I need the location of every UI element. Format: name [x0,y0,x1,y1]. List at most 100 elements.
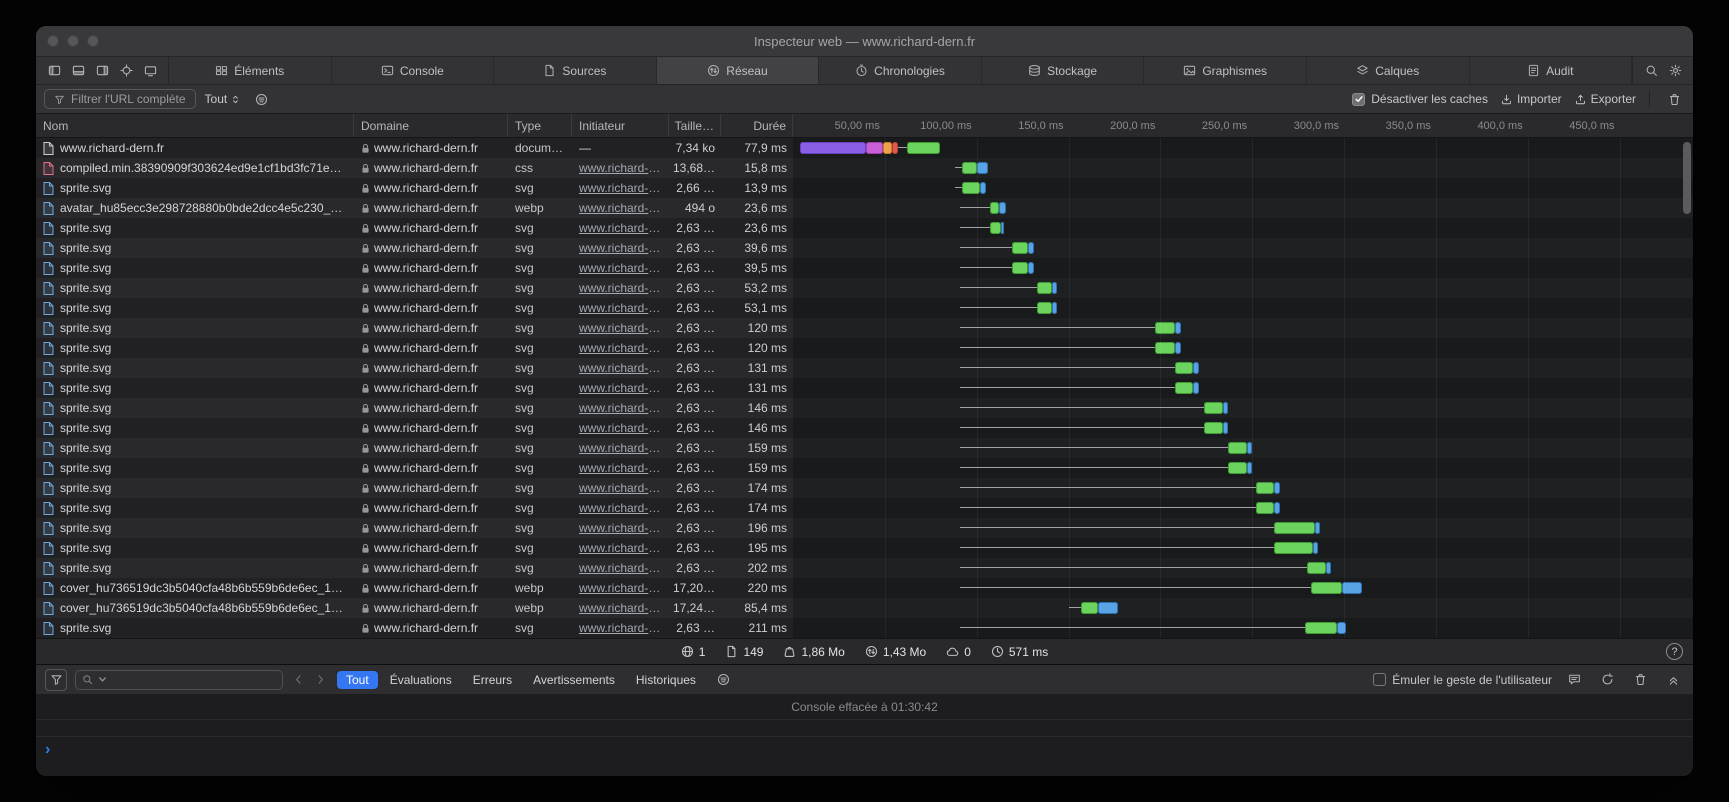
initiator-link[interactable]: www.richard-d… [579,621,662,635]
window-titlebar[interactable]: Inspecteur web — www.richard-dern.fr [36,26,1693,56]
export-button[interactable]: Exporter [1575,92,1636,106]
network-request-row[interactable]: www.richard-dern.fr www.richard-dern.fr … [36,138,1693,158]
help-button[interactable]: ? [1666,643,1683,660]
tab-graphismes[interactable]: Graphismes [1144,57,1307,84]
initiator-link[interactable]: www.richard-d… [579,361,662,375]
initiator-link[interactable]: www.richard-d… [579,221,662,235]
tab-sources[interactable]: Sources [494,57,657,84]
expand-console-icon[interactable] [1662,669,1684,691]
disable-caches-checkbox[interactable]: Désactiver les caches [1352,92,1488,106]
network-request-row[interactable]: sprite.svg www.richard-dern.fr svg www.r… [36,378,1693,398]
next-result-icon[interactable] [313,673,327,686]
network-request-row[interactable]: sprite.svg www.richard-dern.fr svg www.r… [36,178,1693,198]
initiator-link[interactable]: www.richard-d… [579,441,662,455]
preserve-log-icon[interactable] [1596,669,1618,691]
display-icon[interactable] [139,60,161,82]
initiator-link[interactable]: www.richard-d… [579,321,662,335]
initiator-link[interactable]: www.richard-d… [579,541,662,555]
close-window-button[interactable] [47,35,59,47]
network-request-row[interactable]: sprite.svg www.richard-dern.fr svg www.r… [36,438,1693,458]
console-scope-historiques[interactable]: Historiques [627,671,705,689]
console-input-area[interactable] [36,762,1693,776]
network-request-row[interactable]: sprite.svg www.richard-dern.fr svg www.r… [36,338,1693,358]
initiator-link[interactable]: www.richard-d… [579,161,662,175]
initiator-link[interactable]: www.richard-d… [579,561,662,575]
initiator-link[interactable]: www.richard-d… [579,521,662,535]
vertical-scrollbar[interactable] [1683,142,1691,214]
tab-reseau[interactable]: Réseau [657,57,820,84]
network-request-row[interactable]: sprite.svg www.richard-dern.fr svg www.r… [36,358,1693,378]
console-scope-tout[interactable]: Tout [337,671,378,689]
network-request-row[interactable]: sprite.svg www.richard-dern.fr svg www.r… [36,218,1693,238]
initiator-link[interactable]: www.richard-d… [579,261,662,275]
column-header-nom[interactable]: Nom [36,114,354,137]
network-request-row[interactable]: sprite.svg www.richard-dern.fr svg www.r… [36,618,1693,638]
tab-chronologies[interactable]: Chronologies [819,57,982,84]
initiator-link[interactable]: www.richard-d… [579,501,662,515]
inspect-icon[interactable] [115,60,137,82]
initiator-link[interactable]: www.richard-d… [579,281,662,295]
previous-result-icon[interactable] [291,673,305,686]
minimize-window-button[interactable] [67,35,79,47]
column-header-duree[interactable]: Durée [721,114,793,137]
console-scope-évaluations[interactable]: Évaluations [381,671,461,689]
network-request-row[interactable]: sprite.svg www.richard-dern.fr svg www.r… [36,458,1693,478]
initiator-link[interactable]: www.richard-d… [579,301,662,315]
column-header-taille[interactable]: Taille… [669,114,721,137]
initiator-link[interactable]: www.richard-d… [579,401,662,415]
zoom-window-button[interactable] [87,35,99,47]
filter-options-icon[interactable] [250,88,272,110]
network-request-row[interactable]: sprite.svg www.richard-dern.fr svg www.r… [36,518,1693,538]
initiator-link[interactable]: www.richard-d… [579,341,662,355]
initiator-link[interactable]: www.richard-d… [579,181,662,195]
tab-audit[interactable]: Audit [1470,57,1633,84]
console-search-input[interactable] [75,670,283,690]
tab-elements[interactable]: Éléments [169,57,332,84]
panel-left-icon[interactable] [43,60,65,82]
network-request-row[interactable]: avatar_hu85ecc3e298728880b0bde2dcc4e5c23… [36,198,1693,218]
network-request-row[interactable]: sprite.svg www.richard-dern.fr svg www.r… [36,258,1693,278]
initiator-link[interactable]: www.richard-d… [579,241,662,255]
initiator-link[interactable]: www.richard-d… [579,461,662,475]
clear-network-items-icon[interactable] [1663,88,1685,110]
import-button[interactable]: Importer [1501,92,1562,106]
network-request-row[interactable]: sprite.svg www.richard-dern.fr svg www.r… [36,298,1693,318]
network-request-row[interactable]: sprite.svg www.richard-dern.fr svg www.r… [36,238,1693,258]
url-filter-input[interactable]: Filtrer l'URL complète [44,89,196,109]
network-request-row[interactable]: sprite.svg www.richard-dern.fr svg www.r… [36,498,1693,518]
network-request-row[interactable]: sprite.svg www.richard-dern.fr svg www.r… [36,278,1693,298]
initiator-link[interactable]: www.richard-d… [579,201,662,215]
console-scope-avertissements[interactable]: Avertissements [524,671,624,689]
initiator-link[interactable]: www.richard-d… [579,421,662,435]
tab-stockage[interactable]: Stockage [982,57,1145,84]
network-request-row[interactable]: cover_hu736519dc3b5040cfa48b6b559b6de6ec… [36,578,1693,598]
network-request-row[interactable]: sprite.svg www.richard-dern.fr svg www.r… [36,418,1693,438]
column-header-domaine[interactable]: Domaine [354,114,508,137]
network-request-row[interactable]: compiled.min.38390909f303624ed9e1cf1bd3f… [36,158,1693,178]
network-request-row[interactable]: cover_hu736519dc3b5040cfa48b6b559b6de6ec… [36,598,1693,618]
clear-console-icon[interactable] [1629,669,1651,691]
search-icon[interactable] [1640,60,1662,82]
initiator-link[interactable]: www.richard-d… [579,601,662,615]
resource-type-filter-select[interactable]: Tout [205,92,242,106]
console-messages-icon[interactable] [1563,669,1585,691]
panel-bottom-icon[interactable] [67,60,89,82]
emulate-user-gesture-checkbox[interactable]: Émuler le geste de l'utilisateur [1373,673,1552,687]
gear-icon[interactable] [1664,60,1686,82]
column-header-initiateur[interactable]: Initiateur [572,114,669,137]
tab-calques[interactable]: Calques [1307,57,1470,84]
network-request-row[interactable]: sprite.svg www.richard-dern.fr svg www.r… [36,398,1693,418]
network-request-row[interactable]: sprite.svg www.richard-dern.fr svg www.r… [36,558,1693,578]
tab-console[interactable]: Console [332,57,495,84]
network-request-row[interactable]: sprite.svg www.richard-dern.fr svg www.r… [36,538,1693,558]
column-header-type[interactable]: Type [508,114,572,137]
console-filter-options-icon[interactable] [713,669,735,691]
console-scope-erreurs[interactable]: Erreurs [464,671,521,689]
initiator-link[interactable]: www.richard-d… [579,481,662,495]
network-request-row[interactable]: sprite.svg www.richard-dern.fr svg www.r… [36,478,1693,498]
panel-right-icon[interactable] [91,60,113,82]
initiator-link[interactable]: www.richard-d… [579,581,662,595]
console-filter-icon[interactable] [45,669,67,691]
network-request-row[interactable]: sprite.svg www.richard-dern.fr svg www.r… [36,318,1693,338]
initiator-link[interactable]: www.richard-d… [579,381,662,395]
